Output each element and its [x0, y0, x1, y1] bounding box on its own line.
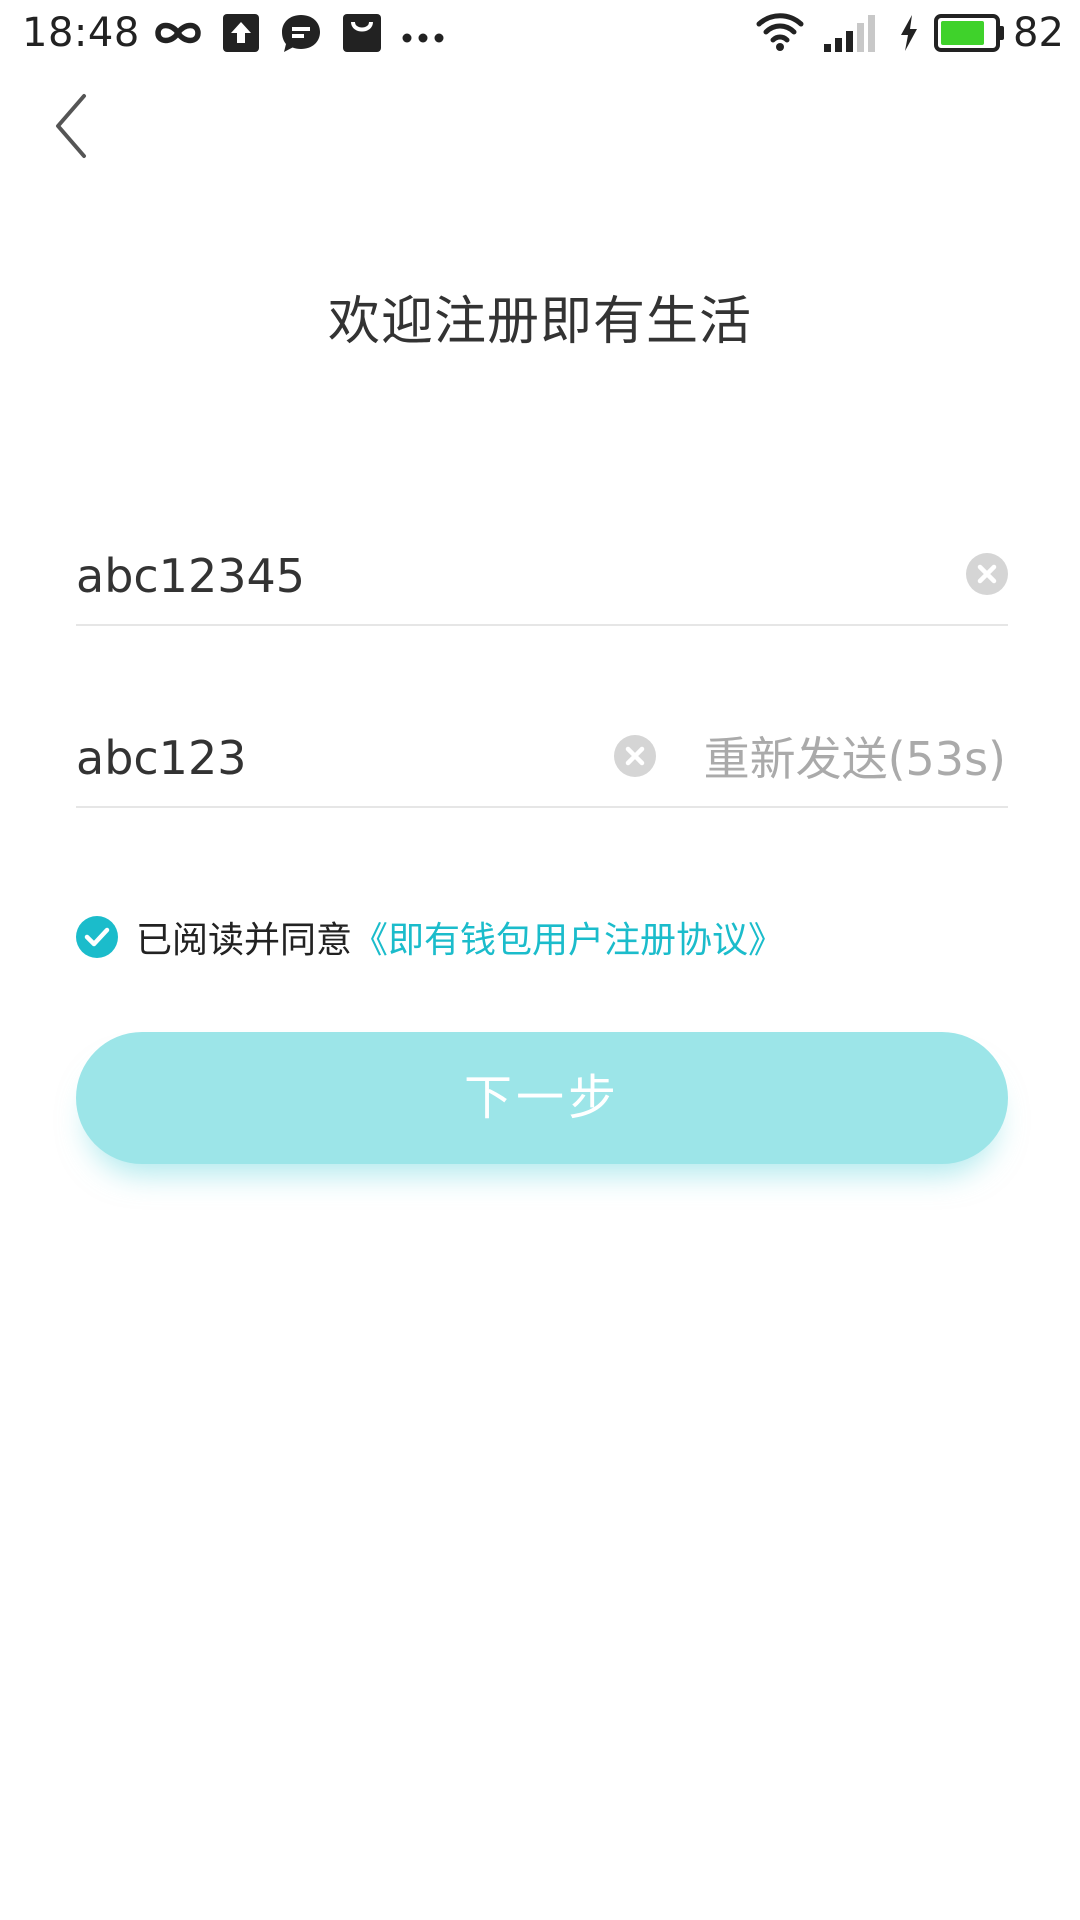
more-dots-icon — [402, 28, 444, 47]
agreement-row: 已阅读并同意 《即有钱包用户注册协议》 — [76, 912, 784, 962]
next-step-button[interactable]: 下一步 — [76, 1032, 1008, 1164]
clear-circle-icon — [977, 564, 997, 584]
account-input[interactable] — [76, 536, 896, 616]
signal-icon — [822, 14, 880, 56]
clear-account-button[interactable] — [966, 553, 1008, 595]
back-button[interactable] — [40, 90, 110, 162]
chevron-left-icon — [40, 94, 110, 166]
infinity-icon — [152, 18, 204, 52]
status-bar: 18:48 82 — [0, 0, 1080, 66]
verification-code-input[interactable] — [76, 718, 596, 798]
battery-percent: 82 — [1013, 10, 1064, 56]
resend-code-button[interactable]: 重新发送(53s) — [704, 724, 1006, 794]
agreement-checkbox[interactable] — [76, 916, 118, 958]
charging-icon — [898, 14, 920, 56]
verification-code-field: 重新发送(53s) — [76, 710, 1008, 808]
agreement-link[interactable]: 《即有钱包用户注册协议》 — [352, 911, 784, 963]
clear-circle-icon — [625, 746, 645, 766]
shopping-bag-icon — [342, 13, 382, 57]
page-title: 欢迎注册即有生活 — [327, 292, 752, 352]
wifi-icon — [756, 12, 804, 56]
chat-icon — [280, 13, 322, 59]
upload-icon — [222, 13, 260, 57]
status-time: 18:48 — [22, 10, 140, 56]
agreement-text: 已阅读并同意 — [136, 920, 353, 961]
account-field — [76, 528, 1008, 626]
battery-icon — [934, 13, 1006, 57]
checkmark-icon — [84, 927, 110, 947]
clear-code-button[interactable] — [614, 735, 656, 777]
